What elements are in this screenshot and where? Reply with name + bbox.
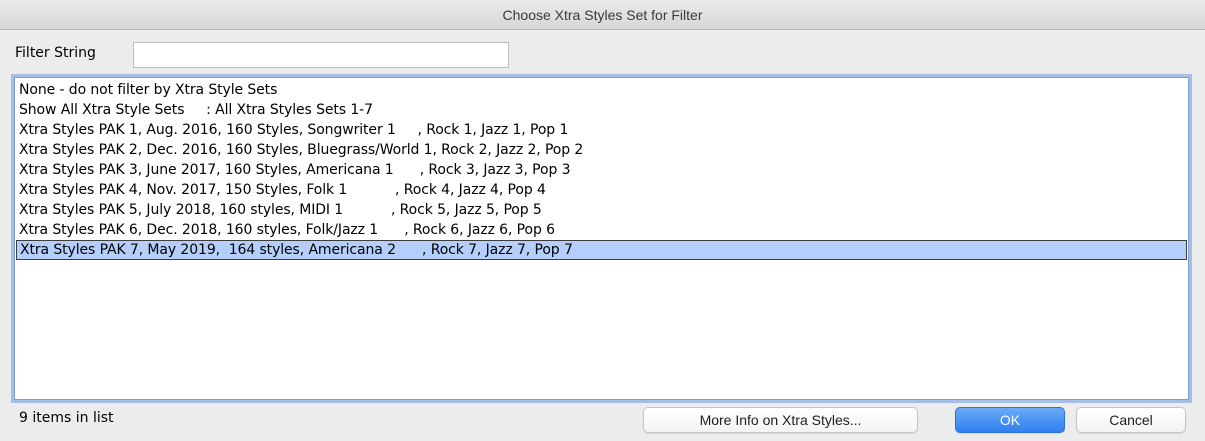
list-item[interactable]: Xtra Styles PAK 3, June 2017, 160 Styles… bbox=[16, 160, 1187, 180]
list-item[interactable]: Xtra Styles PAK 1, Aug. 2016, 160 Styles… bbox=[16, 120, 1187, 140]
filter-string-input[interactable] bbox=[133, 42, 509, 68]
list-item[interactable]: Show All Xtra Style Sets : All Xtra Styl… bbox=[16, 100, 1187, 120]
list-item-selected[interactable]: Xtra Styles PAK 7, May 2019, 164 styles,… bbox=[16, 240, 1187, 260]
window-title-bar: Choose Xtra Styles Set for Filter bbox=[0, 0, 1205, 30]
list-item[interactable]: Xtra Styles PAK 4, Nov. 2017, 150 Styles… bbox=[16, 180, 1187, 200]
cancel-button[interactable]: Cancel bbox=[1076, 407, 1186, 433]
filter-string-label: Filter String bbox=[15, 45, 96, 61]
list-item[interactable]: Xtra Styles PAK 2, Dec. 2016, 160 Styles… bbox=[16, 140, 1187, 160]
ok-button[interactable]: OK bbox=[955, 407, 1065, 433]
window-title: Choose Xtra Styles Set for Filter bbox=[502, 6, 703, 23]
more-info-button[interactable]: More Info on Xtra Styles... bbox=[643, 407, 918, 433]
xtra-styles-list[interactable]: None - do not filter by Xtra Style Sets … bbox=[11, 74, 1192, 403]
item-count-label: 9 items in list bbox=[19, 410, 114, 426]
list-item[interactable]: Xtra Styles PAK 5, July 2018, 160 styles… bbox=[16, 200, 1187, 220]
list-item[interactable]: None - do not filter by Xtra Style Sets bbox=[16, 80, 1187, 100]
list-item[interactable]: Xtra Styles PAK 6, Dec. 2018, 160 styles… bbox=[16, 220, 1187, 240]
